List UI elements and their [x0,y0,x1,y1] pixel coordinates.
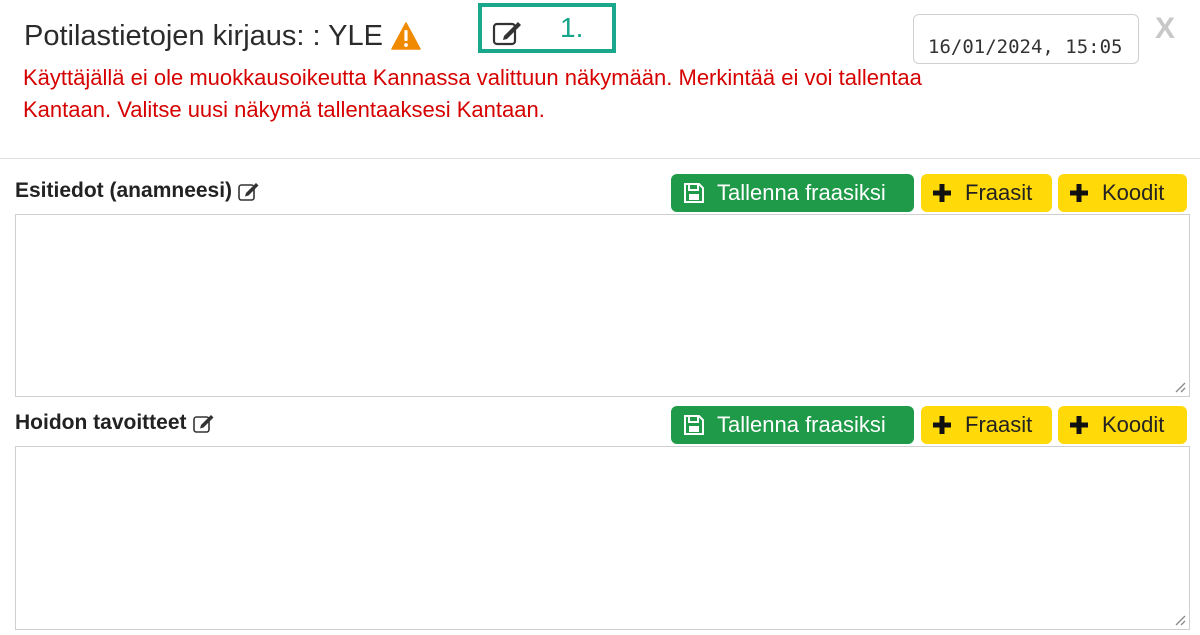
codes-label: Koodit [1102,412,1165,437]
floppy-disk-icon [683,414,705,436]
save-phrase-label: Tallenna fraasiksi [717,412,886,437]
plus-icon [931,182,953,204]
phrases-label: Fraasit [965,180,1033,205]
phrases-label: Fraasit [965,412,1033,437]
section-label-text: Hoidon tavoitteet [15,411,187,434]
plus-icon [1068,182,1090,204]
save-phrase-label: Tallenna fraasiksi [717,180,886,205]
section-label-hoidon-tavoitteet: Hoidon tavoitteet [15,411,215,435]
resize-handle-icon[interactable] [1174,613,1186,631]
codes-button[interactable]: Koodit [1058,174,1187,212]
hoidon-tavoitteet-textarea[interactable] [15,446,1190,630]
phrases-button[interactable]: Fraasit [921,406,1052,444]
save-phrase-button[interactable]: Tallenna fraasiksi [671,174,914,212]
esitiedot-textarea[interactable] [15,214,1190,397]
header-divider [0,158,1200,159]
save-phrase-button[interactable]: Tallenna fraasiksi [671,406,914,444]
plus-icon [1068,414,1090,436]
page-title: Potilastietojen kirjaus: : YLE [24,18,421,54]
section-label-esitiedot: Esitiedot (anamneesi) [15,179,260,203]
close-button[interactable]: X [1155,12,1175,46]
plus-icon [931,414,953,436]
codes-label: Koodit [1102,180,1165,205]
section-label-text: Esitiedot (anamneesi) [15,179,233,202]
floppy-disk-icon [683,182,705,204]
callout-label: 1. [560,12,584,43]
datetime-field[interactable]: 16/01/2024, 15:05 [913,14,1139,64]
warning-triangle-icon [391,22,421,50]
codes-button[interactable]: Koodit [1058,406,1187,444]
page-title-text: Potilastietojen kirjaus: : YLE [24,20,383,52]
edit-icon[interactable] [192,413,215,433]
edit-icon[interactable] [492,18,524,51]
phrases-button[interactable]: Fraasit [921,174,1052,212]
permission-warning: Käyttäjällä ei ole muokkausoikeutta Kann… [23,65,922,122]
edit-icon[interactable] [238,181,260,201]
